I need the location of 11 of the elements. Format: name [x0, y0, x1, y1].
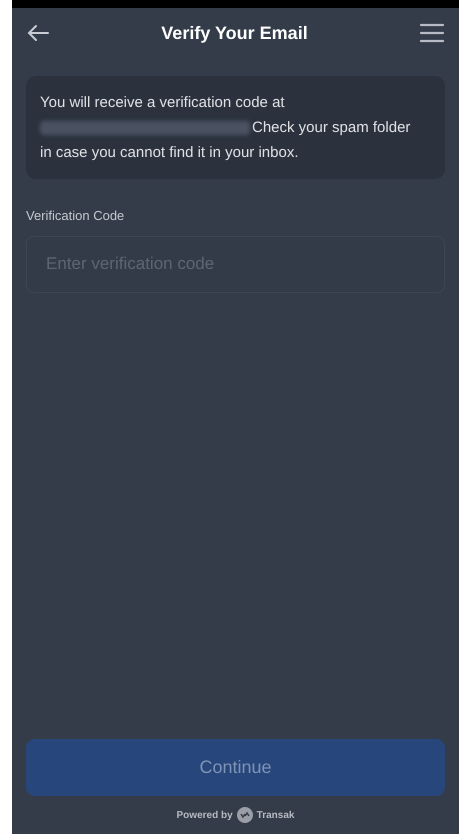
notice-text: You will receive a verification code at	[40, 93, 285, 113]
brand-logo-icon	[236, 807, 253, 823]
notice-text: in case you cannot find it in your inbox.	[40, 143, 298, 163]
page-title: Verify Your Email	[160, 22, 309, 45]
field-label: Verification Code	[26, 207, 126, 225]
notice-text: Check your spam folder	[252, 118, 410, 138]
powered-by-text: Powered by	[176, 808, 233, 822]
menu-button[interactable]	[419, 21, 445, 45]
brand-name: Transak	[256, 808, 294, 822]
back-arrow-icon	[27, 24, 49, 42]
menu-icon	[419, 23, 445, 43]
